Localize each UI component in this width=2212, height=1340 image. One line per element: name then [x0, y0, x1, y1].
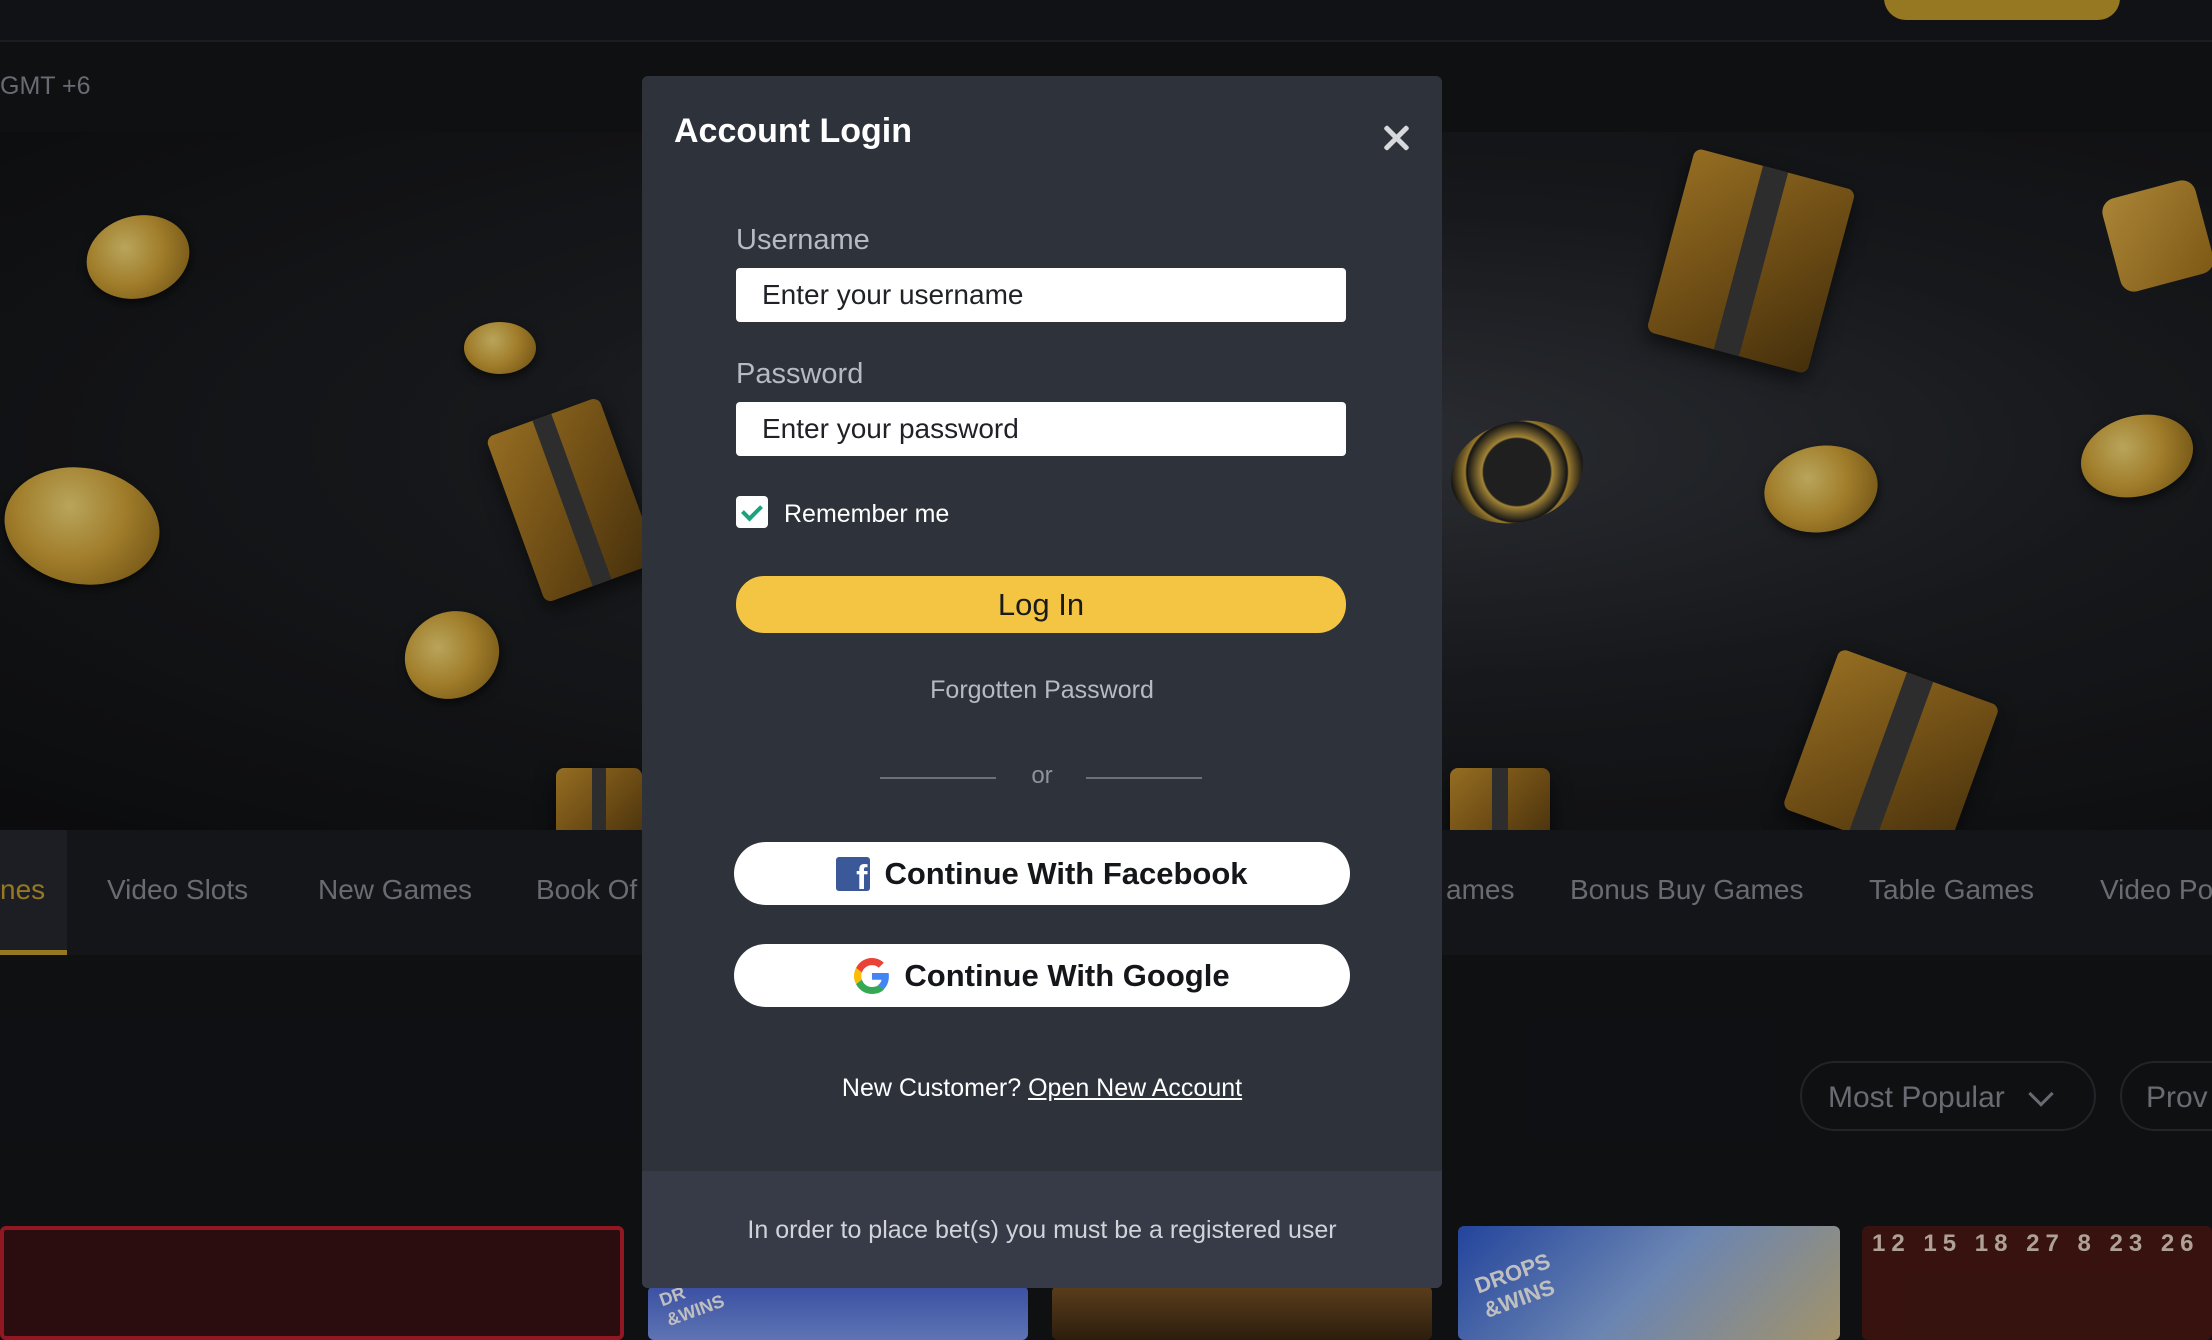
password-input[interactable] [736, 402, 1346, 456]
modal-footer: In order to place bet(s) you must be a r… [642, 1171, 1442, 1288]
google-button-label: Continue With Google [904, 958, 1230, 993]
divider-line [1086, 777, 1202, 779]
remember-me-label[interactable]: Remember me [784, 500, 949, 529]
continue-with-google-button[interactable]: Continue With Google [734, 944, 1350, 1007]
facebook-button-label: Continue With Facebook [884, 856, 1248, 891]
new-customer-text: New Customer? [841, 1074, 1022, 1102]
modal-title: Account Login [674, 112, 912, 150]
remember-me-checkbox[interactable] [736, 496, 768, 528]
google-icon [854, 957, 890, 994]
or-text: or [1031, 762, 1053, 789]
close-icon[interactable] [1374, 116, 1418, 160]
continue-with-facebook-button[interactable]: f Continue With Facebook [734, 842, 1350, 905]
forgotten-password-text[interactable]: Forgotten Password [930, 676, 1154, 704]
login-modal: Account Login Username Password Remember… [642, 76, 1442, 1288]
facebook-icon: f [836, 856, 871, 895]
or-divider: or [642, 762, 1442, 792]
registration-notice: In order to place bet(s) you must be a r… [747, 1216, 1337, 1244]
login-button[interactable]: Log In [736, 576, 1346, 633]
forgotten-password-link[interactable]: Forgotten Password [642, 676, 1442, 705]
open-new-account-link[interactable]: Open New Account [1028, 1074, 1242, 1102]
password-label: Password [736, 358, 864, 390]
new-customer-row: New Customer? Open New Account [642, 1074, 1442, 1103]
username-label: Username [736, 224, 870, 256]
username-input[interactable] [736, 268, 1346, 322]
